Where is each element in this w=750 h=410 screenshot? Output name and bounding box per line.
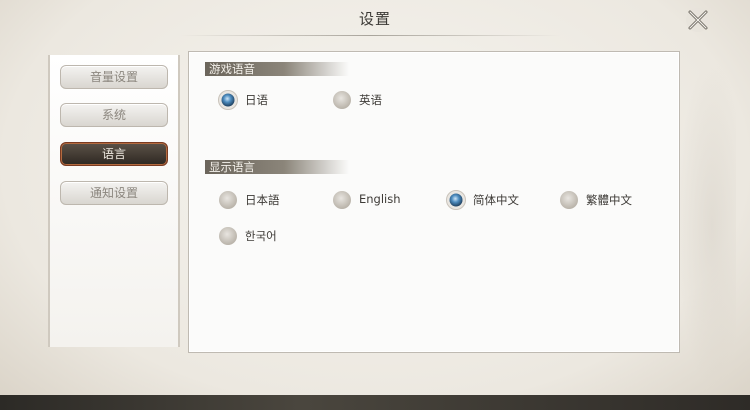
radio-selected-icon xyxy=(446,190,466,210)
radio-unselected-icon xyxy=(219,227,237,245)
tab-language[interactable]: 语言 xyxy=(60,142,168,166)
option-label: 日本語 xyxy=(245,193,280,207)
option-label: 한국어 xyxy=(245,229,277,243)
radio-unselected-icon xyxy=(219,191,237,209)
option-label: 日语 xyxy=(245,93,268,107)
settings-sidebar: 音量设置 系统 语言 通知设置 xyxy=(48,55,180,347)
close-x-icon xyxy=(686,8,710,32)
option-label: 简体中文 xyxy=(473,193,519,207)
radio-unselected-icon xyxy=(333,191,351,209)
ink-decoration xyxy=(676,60,736,390)
option-label: 英语 xyxy=(359,93,382,107)
tab-system[interactable]: 系统 xyxy=(60,103,168,127)
title-divider xyxy=(180,35,560,36)
settings-dialog: 设置 音量设置 系统 语言 通知设置 游戏语音 日语 英语 显示语言 日本語 E… xyxy=(0,0,750,410)
section-heading-voice: 游戏语音 xyxy=(205,62,349,76)
close-button[interactable] xyxy=(684,6,712,34)
radio-selected-icon xyxy=(218,90,238,110)
option-label: English xyxy=(359,192,401,206)
section-heading-display: 显示语言 xyxy=(205,160,349,174)
option-label: 繁體中文 xyxy=(586,193,632,207)
language-panel: 游戏语音 日语 英语 显示语言 日本語 English 简体中文 繁體中文 한국… xyxy=(188,51,680,353)
background-strip xyxy=(0,395,750,410)
dialog-title: 设置 xyxy=(358,10,391,28)
radio-unselected-icon xyxy=(560,191,578,209)
tab-notification-settings[interactable]: 通知设置 xyxy=(60,181,168,205)
tab-volume-settings[interactable]: 音量设置 xyxy=(60,65,168,89)
title-bar: 设置 xyxy=(0,0,750,38)
radio-unselected-icon xyxy=(333,91,351,109)
